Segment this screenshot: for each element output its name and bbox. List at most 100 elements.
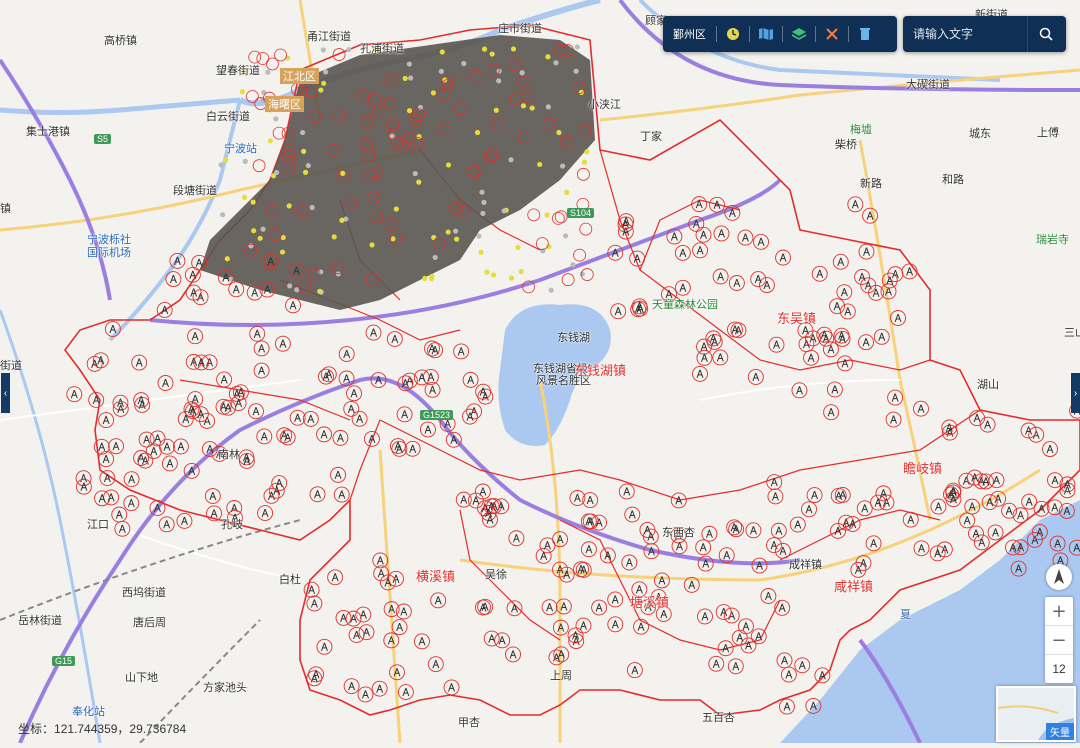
town-label: 咸祥镇 bbox=[834, 579, 874, 594]
place-label: 夏 bbox=[900, 609, 911, 621]
place-label: 上周 bbox=[550, 670, 572, 682]
station-dot bbox=[257, 235, 263, 241]
station-dot bbox=[412, 170, 418, 177]
place-label: 东西杏 bbox=[662, 527, 695, 539]
place-label: 国际机场 bbox=[87, 247, 131, 259]
station-dot bbox=[318, 87, 324, 93]
place-label: 段塘街道 bbox=[173, 185, 217, 197]
place-label: 庄市街道 bbox=[498, 23, 542, 35]
zoom-in-button[interactable]: + bbox=[1045, 597, 1073, 626]
station-dot bbox=[508, 275, 515, 281]
place-label: 大碶街道 bbox=[906, 79, 950, 91]
layers-icon[interactable] bbox=[783, 16, 815, 52]
station-dot bbox=[416, 179, 422, 185]
station-dot bbox=[430, 90, 437, 96]
station-dot bbox=[273, 116, 279, 122]
station-dot bbox=[323, 69, 329, 75]
district-badge: 海曙区 bbox=[265, 96, 304, 112]
place-label: 白云街道 bbox=[206, 111, 250, 123]
zoom-out-button[interactable]: − bbox=[1045, 626, 1073, 655]
town-label: 瞻岐镇 bbox=[903, 461, 943, 476]
station-dot bbox=[560, 163, 566, 169]
station-dot bbox=[393, 206, 399, 212]
station-dot bbox=[369, 242, 375, 248]
station-dot bbox=[438, 68, 444, 74]
compass-button[interactable] bbox=[1046, 564, 1072, 590]
clock-icon[interactable] bbox=[717, 16, 749, 52]
place-label: 丁家 bbox=[640, 131, 662, 143]
station-dot bbox=[573, 68, 579, 74]
station-dot bbox=[545, 104, 551, 110]
place-label: 奉化站 bbox=[72, 706, 105, 718]
station-dot bbox=[317, 288, 323, 294]
station-dot bbox=[454, 236, 460, 242]
place-label: 西坞街道 bbox=[122, 587, 166, 599]
station-dot bbox=[537, 161, 543, 168]
place-label: 白杜 bbox=[279, 574, 301, 586]
station-dot bbox=[250, 199, 256, 205]
town-label: 东吴镇 bbox=[777, 311, 817, 326]
station-dot bbox=[299, 129, 306, 136]
station-dot bbox=[321, 80, 327, 86]
station-dot bbox=[481, 46, 488, 52]
coordinate-label: 坐标： bbox=[18, 722, 55, 736]
station-dot bbox=[218, 162, 224, 168]
place-label: 新路 bbox=[860, 178, 882, 190]
station-dot bbox=[478, 249, 484, 255]
station-dot bbox=[220, 212, 226, 218]
station-dot bbox=[320, 47, 326, 53]
station-dot bbox=[305, 162, 311, 169]
station-dot bbox=[510, 46, 517, 52]
station-dot bbox=[339, 217, 345, 223]
station-dot bbox=[548, 287, 554, 293]
tools-icon[interactable] bbox=[816, 16, 848, 52]
place-label: 高桥镇 bbox=[104, 35, 137, 47]
station-dot bbox=[431, 234, 437, 241]
station-dot bbox=[570, 262, 576, 268]
station-dot bbox=[501, 208, 507, 214]
district-selector[interactable]: 鄞州区 bbox=[663, 26, 716, 42]
station-dot bbox=[241, 194, 248, 201]
station-dot bbox=[267, 138, 273, 144]
collapse-right-arrow[interactable]: › bbox=[1071, 373, 1080, 413]
station-dot bbox=[496, 78, 502, 84]
place-label: 小浃江 bbox=[588, 99, 621, 111]
coordinate-value: 121.744359，29.736784 bbox=[54, 722, 187, 736]
station-dot bbox=[476, 233, 482, 239]
station-dot bbox=[309, 204, 315, 211]
station-dot bbox=[279, 249, 286, 255]
road-shield: G1523 bbox=[420, 410, 454, 420]
place-label: 街道 bbox=[0, 360, 22, 372]
station-dot bbox=[520, 103, 527, 109]
station-dot bbox=[461, 60, 467, 67]
collapse-left-arrow[interactable]: ‹ bbox=[1, 373, 10, 413]
place-label: 成祥镇 bbox=[789, 559, 822, 571]
basemap-switcher[interactable]: 矢量 bbox=[996, 686, 1076, 742]
station-dot bbox=[346, 46, 352, 53]
station-dot bbox=[439, 49, 445, 55]
place-label: 孔岐 bbox=[221, 519, 243, 531]
place-label: 和路 bbox=[942, 174, 964, 186]
station-dot bbox=[406, 108, 413, 114]
map-icon[interactable] bbox=[750, 16, 782, 52]
station-dot bbox=[408, 75, 414, 81]
station-dot bbox=[484, 269, 490, 275]
station-dot bbox=[480, 210, 486, 217]
station-dot bbox=[562, 233, 569, 239]
trash-icon[interactable] bbox=[849, 16, 881, 52]
place-label: 南林 bbox=[218, 449, 240, 461]
search-input[interactable] bbox=[911, 26, 1027, 42]
station-dot bbox=[556, 129, 562, 136]
station-dot bbox=[224, 256, 230, 262]
place-label: 江口 bbox=[87, 519, 109, 531]
station-dot bbox=[445, 229, 451, 235]
station-dot bbox=[579, 271, 585, 277]
place-label: 三山 bbox=[1064, 327, 1080, 339]
station-dot bbox=[251, 228, 257, 234]
station-dot bbox=[489, 51, 495, 57]
station-dot bbox=[287, 283, 293, 289]
district-badge: 江北区 bbox=[280, 68, 319, 84]
coordinate-readout: 坐标：121.744359，29.736784 bbox=[18, 720, 186, 737]
zoom-control: + − 12 bbox=[1045, 597, 1073, 683]
search-icon[interactable] bbox=[1027, 16, 1064, 52]
